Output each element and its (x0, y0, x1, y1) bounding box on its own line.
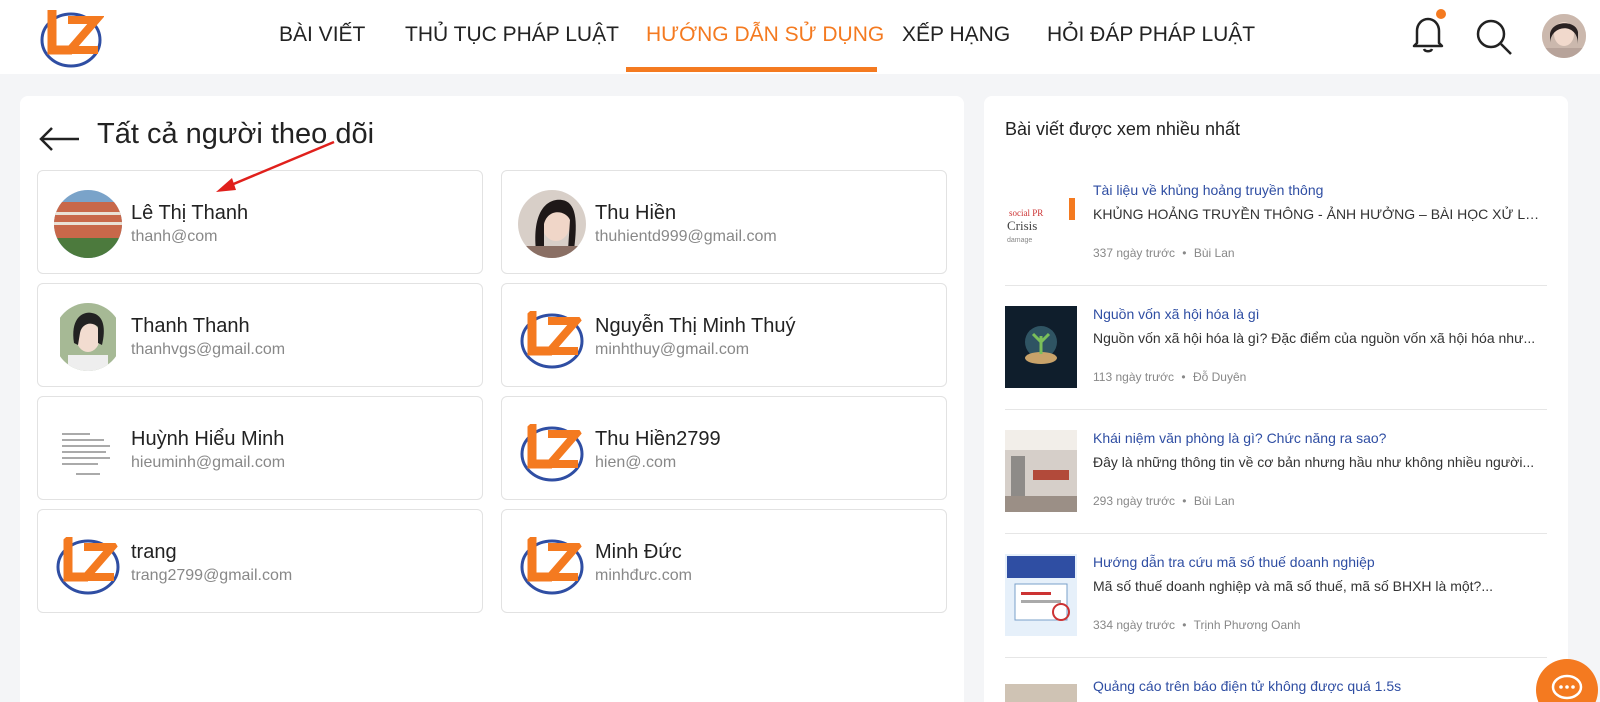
follower-email: thuhientd999@gmail.com (595, 228, 777, 245)
article-item[interactable]: Nguồn vốn xã hội hóa là gì Nguồn vốn xã … (1005, 306, 1547, 430)
nav-bai-viet[interactable]: BÀI VIẾT (279, 0, 365, 74)
article-meta: 293 ngày trước • Bùi Lan (1093, 494, 1235, 508)
chat-button[interactable] (1536, 659, 1598, 702)
meta-separator: • (1181, 370, 1186, 384)
article-time: 113 ngày trước (1093, 370, 1175, 384)
nav-xep-hang[interactable]: XẾP HẠNG (902, 0, 1010, 74)
article-thumbnail (1005, 684, 1077, 702)
follower-email: hieuminh@gmail.com (131, 454, 286, 471)
article-time: 293 ngày trước (1093, 494, 1175, 508)
svg-text:Crisis: Crisis (1007, 218, 1037, 233)
follower-email: hien@.com (595, 454, 677, 471)
follower-email: minhđưc.com (595, 567, 692, 584)
follower-name: Thu Hiền2799 (595, 428, 721, 450)
article-item[interactable]: Khái niệm văn phòng là gì? Chức năng ra … (1005, 430, 1547, 554)
article-item[interactable]: Quảng cáo trên báo điện tử không được qu… (1005, 678, 1547, 702)
article-title[interactable]: Khái niệm văn phòng là gì? Chức năng ra … (1093, 430, 1386, 446)
article-thumbnail (1005, 430, 1077, 512)
article-meta: 113 ngày trước • Đỗ Duyên (1093, 370, 1246, 384)
follower-card[interactable]: Huỳnh Hiểu Minh hieuminh@gmail.com (37, 396, 483, 500)
follower-avatar (54, 416, 122, 484)
divider (1005, 285, 1547, 286)
back-arrow-icon[interactable] (38, 126, 80, 152)
follower-name: Minh Đức (595, 541, 682, 563)
follower-email: minhthuy@gmail.com (595, 341, 750, 358)
active-nav-underline (626, 67, 877, 72)
sidebar-title: Bài viết được xem nhiều nhất (1005, 119, 1240, 139)
follower-card[interactable]: Nguyễn Thị Minh Thuý minhthuy@gmail.com (501, 283, 947, 387)
article-item[interactable]: Hướng dẫn tra cứu mã số thuế doanh nghiệ… (1005, 554, 1547, 678)
article-excerpt: Đây là những thông tin về cơ bản nhưng h… (1093, 454, 1535, 470)
article-author: Bùi Lan (1193, 246, 1235, 260)
article-author: Bùi Lan (1193, 494, 1235, 508)
article-excerpt: Mã số thuế doanh nghiệp và mã số thuế, m… (1093, 578, 1493, 594)
follower-name: trang (131, 541, 177, 563)
divider (1005, 409, 1547, 410)
article-excerpt: Nguồn vốn xã hội hóa là gì? Đặc điểm của… (1093, 330, 1536, 346)
article-thumbnail (1005, 554, 1077, 636)
follower-name: Nguyễn Thị Minh Thuý (595, 315, 796, 337)
follower-avatar (54, 190, 122, 258)
follower-avatar (54, 303, 122, 371)
nav-huong-dan-su-dung[interactable]: HƯỚNG DẪN SỬ DỤNG (646, 0, 884, 74)
article-excerpt: KHỦNG HOẢNG TRUYỀN THÔNG - ẢNH HƯỞNG – B… (1093, 206, 1543, 222)
bell-icon[interactable] (1411, 14, 1445, 54)
follower-card[interactable]: Thanh Thanh thanhvgs@gmail.com (37, 283, 483, 387)
follower-name: Lê Thị Thanh (131, 202, 249, 224)
nav-thu-tuc-phap-luat[interactable]: THỦ TỤC PHÁP LUẬT (405, 0, 619, 74)
user-avatar[interactable] (1542, 14, 1586, 58)
follower-email: thanhvgs@gmail.com (131, 341, 286, 358)
follower-name: Thu Hiền (595, 202, 677, 224)
meta-separator: • (1182, 494, 1187, 508)
logo-avatar (518, 416, 586, 484)
main-nav: BÀI VIẾT THỦ TỤC PHÁP LUẬT HƯỚNG DẪN SỬ … (0, 0, 1600, 74)
follower-card[interactable]: Lê Thị Thanh thanh@com (37, 170, 483, 274)
article-title[interactable]: Hướng dẫn tra cứu mã số thuế doanh nghiệ… (1093, 554, 1375, 570)
page-title: Tất cả người theo dõi (97, 118, 375, 150)
article-time: 334 ngày trước (1093, 618, 1175, 632)
article-meta: 337 ngày trước • Bùi Lan (1093, 246, 1235, 260)
follower-avatar (518, 190, 586, 258)
follower-name: Thanh Thanh (131, 315, 250, 337)
nav-hoi-dap-phap-luat[interactable]: HỎI ĐÁP PHÁP LUẬT (1047, 0, 1255, 74)
follower-email: trang2799@gmail.com (131, 567, 293, 584)
follower-card[interactable]: Thu Hiền2799 hien@.com (501, 396, 947, 500)
follower-email: thanh@com (131, 228, 218, 245)
article-title[interactable]: Tài liệu về khủng hoảng truyền thông (1093, 182, 1323, 198)
follower-card[interactable]: trang trang2799@gmail.com (37, 509, 483, 613)
divider (1005, 533, 1547, 534)
article-title[interactable]: Quảng cáo trên báo điện tử không được qu… (1093, 678, 1401, 694)
article-thumbnail: social PR Crisis damage (1005, 186, 1077, 268)
logo-avatar (54, 529, 122, 597)
article-meta: 334 ngày trước • Trịnh Phương Oanh (1093, 618, 1300, 632)
article-thumbnail (1005, 306, 1077, 388)
article-time: 337 ngày trước (1093, 246, 1175, 260)
divider (1005, 657, 1547, 658)
search-icon[interactable] (1474, 17, 1514, 57)
article-title[interactable]: Nguồn vốn xã hội hóa là gì (1093, 306, 1260, 322)
top-header: BÀI VIẾT THỦ TỤC PHÁP LUẬT HƯỚNG DẪN SỬ … (0, 0, 1600, 74)
meta-separator: • (1182, 618, 1187, 632)
article-author: Trịnh Phương Oanh (1193, 618, 1301, 632)
article-author: Đỗ Duyên (1192, 370, 1247, 384)
notification-dot (1436, 9, 1446, 19)
svg-text:social PR: social PR (1009, 208, 1043, 218)
svg-text:damage: damage (1007, 237, 1032, 244)
meta-separator: • (1182, 246, 1187, 260)
logo-avatar (518, 303, 586, 371)
follower-name: Huỳnh Hiểu Minh (131, 428, 285, 450)
follower-card[interactable]: Minh Đức minhđưc.com (501, 509, 947, 613)
logo-avatar (518, 529, 586, 597)
follower-card[interactable]: Thu Hiền thuhientd999@gmail.com (501, 170, 947, 274)
article-item[interactable]: social PR Crisis damage Tài liệu về khủn… (1005, 182, 1547, 306)
